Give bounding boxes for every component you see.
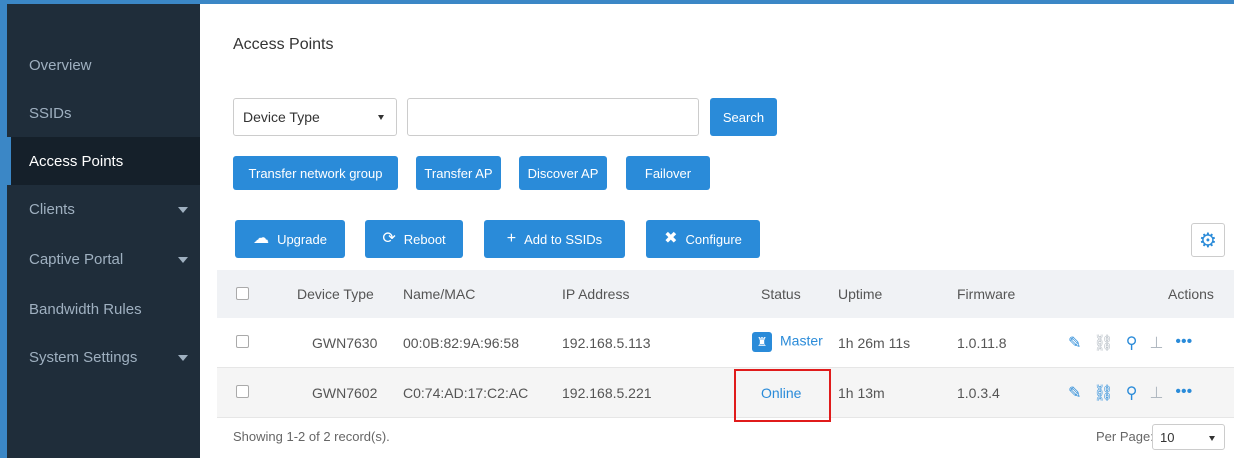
- records-count: Showing 1-2 of 2 record(s).: [233, 429, 390, 444]
- wrench-icon: ✖: [664, 230, 678, 247]
- edit-icon[interactable]: ✎: [1068, 383, 1081, 403]
- header-actions: Actions: [1168, 286, 1214, 302]
- configure-button[interactable]: ✖ Configure: [646, 220, 760, 258]
- reboot-button[interactable]: ⟳ Reboot: [365, 220, 463, 258]
- dropdown-arrow-icon: [378, 115, 384, 120]
- plus-icon: +: [506, 230, 517, 247]
- sidebar-item-captive-portal[interactable]: Captive Portal: [7, 235, 200, 283]
- add-to-ssids-button[interactable]: + Add to SSIDs: [484, 220, 625, 258]
- row-checkbox[interactable]: [236, 385, 249, 398]
- transfer-ap-button[interactable]: Transfer AP: [416, 156, 501, 190]
- table-header: Device Type Name/MAC IP Address Status U…: [217, 270, 1234, 318]
- row-checkbox[interactable]: [236, 335, 249, 348]
- left-border: [0, 0, 7, 458]
- search-button[interactable]: Search: [710, 98, 777, 136]
- discover-ap-button[interactable]: Discover AP: [519, 156, 607, 190]
- page-title: Access Points: [233, 36, 334, 53]
- header-firmware: Firmware: [957, 286, 1016, 302]
- chevron-down-icon: [178, 207, 188, 213]
- transfer-network-group-button[interactable]: Transfer network group: [233, 156, 398, 190]
- table-row: GWN7630 00:0B:82:9A:96:58 192.168.5.113 …: [217, 318, 1234, 368]
- sidebar-item-overview[interactable]: Overview: [7, 41, 200, 89]
- header-ip-address: IP Address: [562, 286, 630, 302]
- more-icon[interactable]: •••: [1175, 383, 1192, 403]
- row-uptime: 1h 26m 11s: [838, 335, 911, 351]
- edit-icon[interactable]: ✎: [1068, 333, 1081, 353]
- row-mac: 00:0B:82:9A:96:58: [403, 335, 519, 351]
- row-actions: ✎ ⛓ ⚲ ⊥ •••: [1068, 333, 1192, 353]
- search-input[interactable]: [407, 98, 699, 136]
- dropdown-arrow-icon: [1209, 436, 1215, 441]
- sidebar-item-system-settings[interactable]: System Settings: [7, 333, 200, 381]
- settings-gear-button[interactable]: ⚙: [1191, 223, 1225, 257]
- sidebar-item-ssids[interactable]: SSIDs: [7, 89, 200, 137]
- sidebar: Overview SSIDs Access Points Clients Cap…: [7, 4, 200, 458]
- header-device-type: Device Type: [297, 286, 374, 302]
- row-mac: C0:74:AD:17:C2:AC: [403, 385, 529, 401]
- row-ip: 192.168.5.113: [562, 335, 651, 351]
- sidebar-item-bandwidth-rules[interactable]: Bandwidth Rules: [7, 285, 200, 333]
- row-actions: ✎ ⛓ ⚲ ⊥ •••: [1068, 383, 1192, 403]
- select-all-checkbox[interactable]: [236, 287, 249, 300]
- app-frame: Overview SSIDs Access Points Clients Cap…: [0, 0, 1234, 458]
- sidebar-item-clients[interactable]: Clients: [7, 185, 200, 233]
- chevron-down-icon: [178, 257, 188, 263]
- row-firmware: 1.0.3.4: [957, 385, 1000, 401]
- unlink-icon[interactable]: ⛓: [1093, 383, 1113, 403]
- topology-icon[interactable]: ⊥: [1149, 383, 1163, 403]
- row-device-type: GWN7602: [312, 385, 378, 401]
- header-uptime: Uptime: [838, 286, 883, 302]
- refresh-icon: ⟳: [382, 230, 396, 247]
- topology-icon[interactable]: ⊥: [1149, 333, 1163, 353]
- chevron-down-icon: [178, 355, 188, 361]
- row-ip: 192.168.5.221: [562, 385, 652, 401]
- status-highlight-box: [734, 369, 831, 422]
- row-status[interactable]: ♜ Master: [752, 332, 823, 352]
- per-page-select[interactable]: 10: [1152, 424, 1225, 450]
- more-icon[interactable]: •••: [1175, 333, 1192, 353]
- unlink-icon[interactable]: ⛓: [1093, 333, 1113, 353]
- locate-icon[interactable]: ⚲: [1126, 383, 1138, 403]
- row-device-type: GWN7630: [312, 335, 378, 351]
- master-icon: ♜: [752, 332, 772, 352]
- header-name-mac: Name/MAC: [403, 286, 476, 302]
- header-status: Status: [761, 286, 801, 302]
- main-content: Access Points Device Type Search Transfe…: [200, 4, 1234, 458]
- gear-icon: ⚙: [1199, 229, 1217, 252]
- device-type-select[interactable]: Device Type: [233, 98, 397, 136]
- table-row: GWN7602 C0:74:AD:17:C2:AC 192.168.5.221 …: [217, 368, 1234, 418]
- row-firmware: 1.0.11.8: [957, 335, 1007, 351]
- failover-button[interactable]: Failover: [626, 156, 710, 190]
- upgrade-button[interactable]: ☁ Upgrade: [235, 220, 345, 258]
- locate-icon[interactable]: ⚲: [1126, 333, 1138, 353]
- sidebar-item-access-points[interactable]: Access Points: [7, 137, 200, 185]
- per-page-label: Per Page:: [1096, 429, 1154, 444]
- cloud-upload-icon: ☁: [253, 230, 270, 247]
- row-uptime: 1h 13m: [838, 385, 885, 401]
